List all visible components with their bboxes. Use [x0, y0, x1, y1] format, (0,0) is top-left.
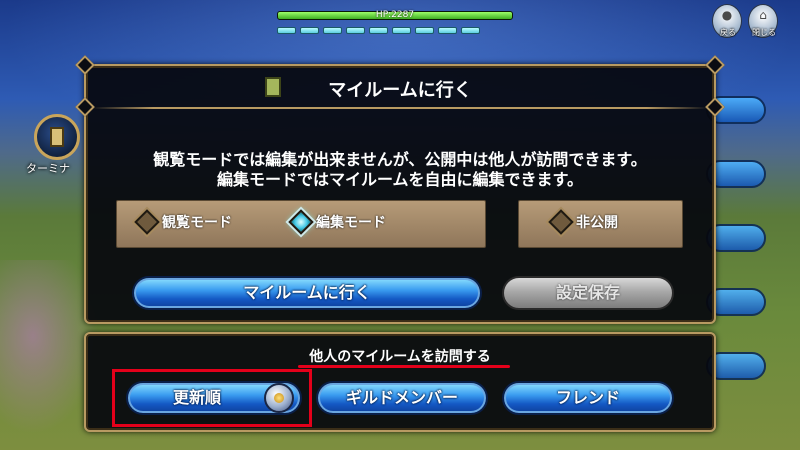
view-mode-label: 観覧モード	[162, 215, 232, 231]
book-icon	[50, 127, 64, 147]
dialog-title: マイルームに行く	[328, 80, 472, 101]
view-mode-option[interactable]: 観覧モード	[134, 209, 232, 235]
private-option[interactable]: 非公開	[548, 209, 618, 235]
mp-segment	[415, 27, 434, 34]
save-settings-button[interactable]: 設定保存	[502, 276, 674, 310]
description-line-2: 編集モードではマイルームを自由に編集できます。	[217, 170, 583, 189]
radio-diamond-selected-icon	[288, 209, 314, 235]
mp-segment	[300, 27, 319, 34]
home-icon: ⌂	[759, 8, 767, 22]
hp-text: HP:2287	[375, 10, 415, 20]
mp-segment	[438, 27, 457, 34]
private-label: 非公開	[576, 215, 618, 231]
back-label: 戻る	[720, 28, 736, 37]
close-label: 閉じる	[752, 28, 776, 37]
edit-mode-label: 編集モード	[316, 215, 386, 231]
radio-diamond-icon	[548, 209, 574, 235]
friends-button[interactable]: フレンド	[502, 381, 674, 415]
terminal-button[interactable]	[34, 114, 80, 160]
mp-segment	[346, 27, 365, 34]
highlight-box	[112, 369, 312, 427]
close-button[interactable]: ⌂ 閉じる	[748, 4, 778, 38]
mp-segment	[323, 27, 342, 34]
mp-gauge	[277, 27, 480, 34]
goto-myroom-button[interactable]: マイルームに行く	[132, 276, 482, 310]
terminal-label: ターミナ	[26, 162, 70, 175]
title-divider	[92, 107, 708, 109]
visit-others-label: 他人のマイルームを訪問する	[309, 349, 491, 365]
description-line-1: 観覧モードでは編集が出来ませんが、公開中は他人が訪問できます。	[153, 150, 647, 169]
mp-segment	[277, 27, 296, 34]
back-button[interactable]: ● 戻る	[712, 4, 742, 38]
mouse-icon: ●	[721, 8, 733, 22]
mp-segment	[369, 27, 388, 34]
book-icon	[265, 77, 281, 97]
red-underline	[298, 365, 510, 368]
guild-members-button[interactable]: ギルドメンバー	[316, 381, 488, 415]
mp-segment	[392, 27, 411, 34]
mp-segment	[461, 27, 480, 34]
edit-mode-option[interactable]: 編集モード	[288, 209, 386, 235]
radio-diamond-icon	[134, 209, 160, 235]
